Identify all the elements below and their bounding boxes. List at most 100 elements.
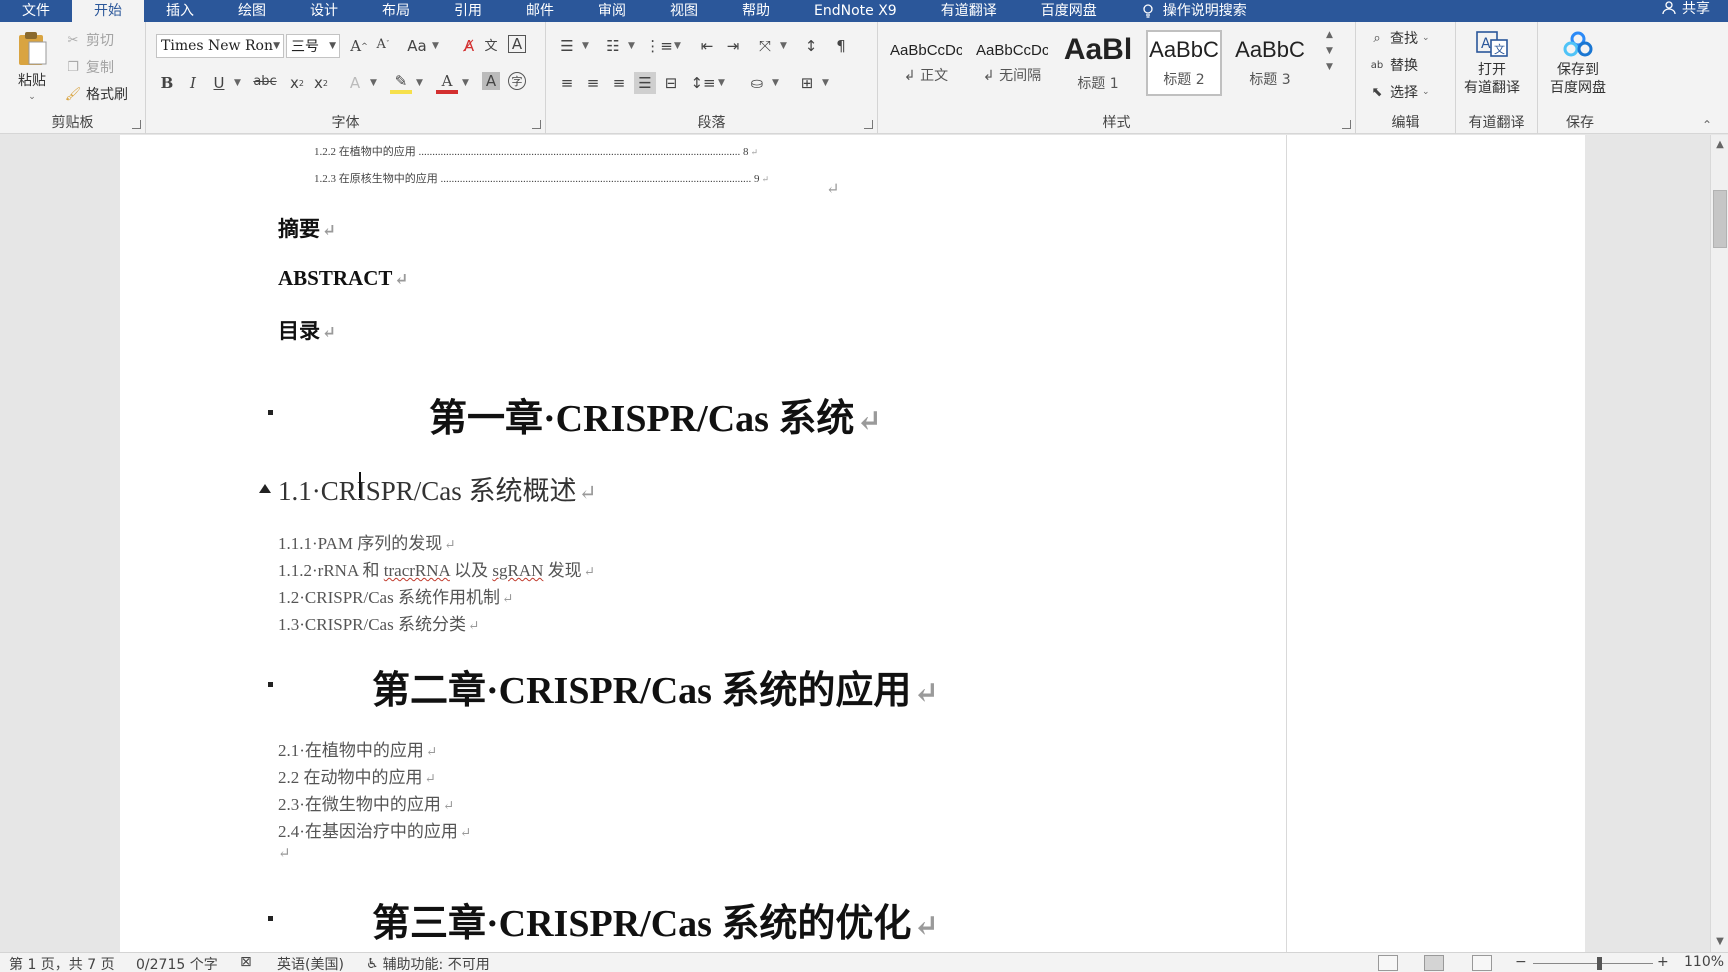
tab-6[interactable]: 引用 bbox=[432, 0, 504, 22]
tab-12[interactable]: 有道翻译 bbox=[919, 0, 1019, 22]
tab-0[interactable]: 文件 bbox=[0, 0, 72, 22]
subsection-1-2[interactable]: 1.2·CRISPR/Cas 系统作用机制 ↵ bbox=[278, 583, 513, 608]
tab-13[interactable]: 百度网盘 bbox=[1019, 0, 1119, 22]
decrease-indent-button[interactable]: ⇤ bbox=[696, 35, 718, 57]
document-page[interactable]: 1.2.2 在植物中的应用 ..........................… bbox=[120, 135, 1585, 952]
find-button[interactable]: ⌕ 查找 ⌄ bbox=[1368, 28, 1429, 48]
character-shading-button[interactable]: A bbox=[482, 72, 500, 90]
bold-button[interactable]: B bbox=[156, 72, 178, 94]
spelling-error[interactable]: tracrRNA bbox=[384, 561, 450, 580]
save-to-baidu-button[interactable]: 保存到 百度网盘 bbox=[1550, 30, 1606, 96]
sort-button[interactable]: ↕ bbox=[800, 35, 822, 57]
clipboard-launcher-icon[interactable] bbox=[132, 120, 141, 129]
print-layout-button[interactable] bbox=[1424, 955, 1444, 971]
tab-2[interactable]: 插入 bbox=[144, 0, 216, 22]
share-button[interactable]: 共享 bbox=[1662, 0, 1710, 17]
scroll-up-icon[interactable]: ▲ bbox=[1713, 137, 1727, 153]
paste-button[interactable]: 粘贴 ⌄ bbox=[16, 30, 48, 102]
tell-me-search[interactable]: 操作说明搜索 bbox=[1119, 0, 1269, 22]
superscript-button[interactable]: x2 bbox=[310, 72, 332, 94]
word-count[interactable]: 0/2715 个字 bbox=[136, 954, 218, 972]
page-count[interactable]: 第 1 页，共 7 页 bbox=[9, 954, 115, 972]
toc-line[interactable]: 1.2.3 在原核生物中的应用 ........................… bbox=[314, 170, 769, 186]
cut-button[interactable]: ✂ 剪切 bbox=[64, 30, 114, 50]
change-case-button[interactable]: Aa ▼ bbox=[406, 35, 439, 57]
shading-button[interactable]: ⛀ ▼ bbox=[746, 72, 779, 94]
tab-10[interactable]: 帮助 bbox=[720, 0, 792, 22]
numbering-button[interactable]: ☷ ▼ bbox=[602, 35, 635, 57]
toc-heading[interactable]: 目录 ↵ bbox=[278, 315, 336, 345]
phonetic-guide-button[interactable]: 文 bbox=[482, 35, 500, 54]
subsection-1-3[interactable]: 1.3·CRISPR/Cas 系统分类 ↵ bbox=[278, 610, 479, 635]
borders-button[interactable]: ⊞ ▼ bbox=[796, 72, 829, 94]
chapter-2-heading[interactable]: 第二章·CRISPR/Cas 系统的应用↵ bbox=[372, 659, 939, 714]
highlight-button[interactable]: ✎ ▼ bbox=[390, 72, 423, 94]
styles-launcher-icon[interactable] bbox=[1342, 120, 1351, 129]
zoom-in-button[interactable]: + bbox=[1657, 954, 1669, 970]
style-4[interactable]: AaBbC 标题 3 bbox=[1232, 30, 1308, 96]
zoom-slider-thumb[interactable] bbox=[1597, 957, 1602, 970]
distributed-button[interactable]: ⊟ bbox=[660, 72, 682, 94]
tab-5[interactable]: 布局 bbox=[360, 0, 432, 22]
collapse-triangle-icon[interactable] bbox=[259, 484, 271, 493]
tab-9[interactable]: 视图 bbox=[648, 0, 720, 22]
shrink-font-button[interactable]: Aˇ bbox=[374, 35, 392, 53]
subsection-2-4[interactable]: 2.4·在基因治疗中的应用 ↵ bbox=[278, 817, 471, 842]
styles-gallery-scroller[interactable]: ▲ ▼ ▼ bbox=[1326, 30, 1333, 72]
section-1-1-heading[interactable]: 1.1·CRISPR/Cas 系统概述↵ bbox=[278, 469, 597, 508]
align-right-button[interactable]: ≡ bbox=[608, 72, 630, 94]
subsection-2-2[interactable]: 2.2 在动物中的应用 ↵ bbox=[278, 763, 436, 788]
zoom-level[interactable]: 110% bbox=[1684, 954, 1724, 970]
line-spacing-button[interactable]: ↕≡ ▼ bbox=[690, 72, 724, 94]
document-area[interactable]: 1.2.2 在植物中的应用 ..........................… bbox=[0, 135, 1710, 952]
chapter-1-heading[interactable]: 第一章·CRISPR/Cas 系统↵ bbox=[429, 387, 882, 442]
underline-button[interactable]: U ▼ bbox=[208, 72, 241, 94]
zoom-out-button[interactable]: − bbox=[1515, 954, 1527, 970]
strikethrough-button[interactable]: abc bbox=[253, 72, 276, 90]
paragraph-launcher-icon[interactable] bbox=[864, 120, 873, 129]
proofing-icon[interactable]: ⊠ bbox=[240, 954, 252, 970]
scroll-thumb[interactable] bbox=[1713, 190, 1727, 248]
subsection-2-1[interactable]: 2.1·在植物中的应用 ↵ bbox=[278, 736, 437, 761]
vertical-scrollbar[interactable]: ▲ ▼ bbox=[1710, 135, 1728, 952]
style-0[interactable]: AaBbCcDc ↲ 正文 bbox=[888, 30, 964, 96]
scroll-down-icon[interactable]: ▼ bbox=[1713, 934, 1727, 950]
open-youdao-button[interactable]: A文 打开 有道翻译 bbox=[1464, 30, 1520, 96]
chapter-3-heading[interactable]: 第三章·CRISPR/Cas 系统的优化↵ bbox=[372, 892, 939, 947]
subsection-1-1-1[interactable]: 1.1.1·PAM 序列的发现 ↵ bbox=[278, 529, 456, 554]
text-effects-button[interactable]: A ▼ bbox=[344, 72, 377, 94]
increase-indent-button[interactable]: ⇥ bbox=[722, 35, 744, 57]
style-1[interactable]: AaBbCcDc ↲ 无间隔 bbox=[974, 30, 1050, 96]
tab-7[interactable]: 邮件 bbox=[504, 0, 576, 22]
font-size-combo[interactable]: 三号 ▼ bbox=[286, 34, 340, 58]
copy-button[interactable]: ❐ 复制 bbox=[64, 57, 114, 77]
align-left-button[interactable]: ≡ bbox=[556, 72, 578, 94]
toc-line[interactable]: 1.2.2 在植物中的应用 ..........................… bbox=[314, 143, 758, 159]
font-color-button[interactable]: A ▼ bbox=[436, 72, 469, 94]
justify-button[interactable]: ☰ bbox=[634, 72, 656, 94]
subsection-1-1-2[interactable]: 1.1.2·rRNA 和 tracrRNA 以及 sgRAN 发现 ↵ bbox=[278, 556, 595, 581]
subsection-2-3[interactable]: 2.3·在微生物中的应用 ↵ bbox=[278, 790, 454, 815]
tab-1[interactable]: 开始 bbox=[72, 0, 144, 22]
character-border-button[interactable]: A bbox=[508, 35, 526, 53]
font-name-combo[interactable]: Times New Ron ▼ bbox=[156, 34, 284, 58]
read-mode-button[interactable] bbox=[1378, 955, 1398, 971]
collapse-ribbon-button[interactable]: ⌃ bbox=[1702, 118, 1712, 132]
select-button[interactable]: ⬉ 选择 ⌄ bbox=[1368, 82, 1430, 102]
tab-11[interactable]: EndNote X9 bbox=[792, 0, 919, 22]
zoom-slider[interactable] bbox=[1533, 963, 1653, 964]
format-painter-button[interactable]: 🖌 格式刷 bbox=[64, 84, 128, 104]
font-launcher-icon[interactable] bbox=[532, 120, 541, 129]
italic-button[interactable]: I bbox=[182, 72, 204, 94]
tab-3[interactable]: 绘图 bbox=[216, 0, 288, 22]
tab-8[interactable]: 审阅 bbox=[576, 0, 648, 22]
bullets-button[interactable]: ☰ ▼ bbox=[556, 35, 589, 57]
tab-4[interactable]: 设计 bbox=[288, 0, 360, 22]
subscript-button[interactable]: x2 bbox=[286, 72, 308, 94]
multilevel-list-button[interactable]: ⋮≡ ▼ bbox=[645, 35, 681, 57]
spelling-error[interactable]: sgRAN bbox=[492, 561, 543, 580]
abstract-en-heading[interactable]: ABSTRACT ↵ bbox=[278, 266, 408, 291]
enclose-characters-button[interactable]: 字 bbox=[508, 72, 526, 90]
show-marks-button[interactable]: ¶ bbox=[830, 35, 852, 57]
chinese-layout-button[interactable]: ⤧ ▼ bbox=[754, 35, 787, 57]
